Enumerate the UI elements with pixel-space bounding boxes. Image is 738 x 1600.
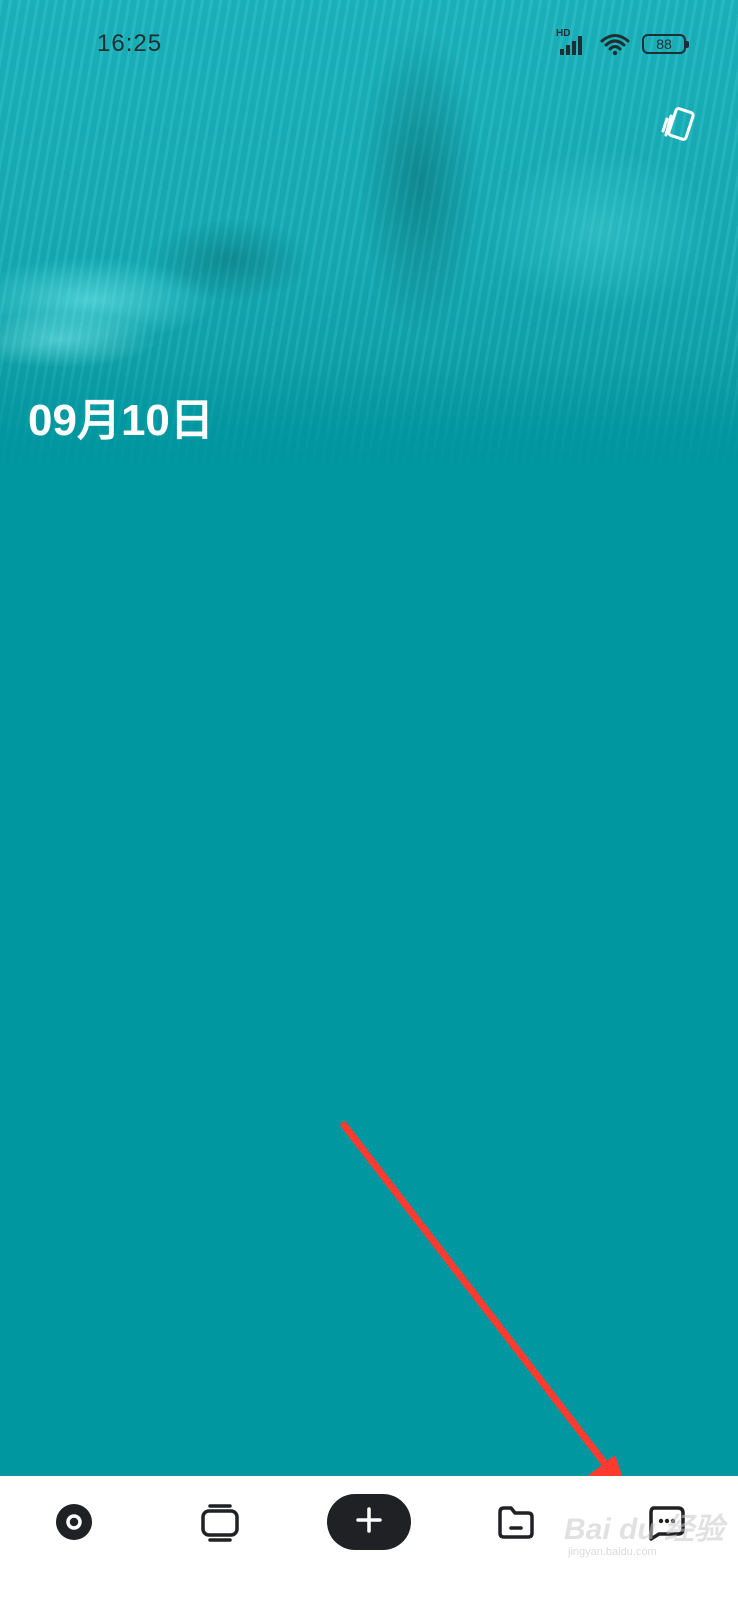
date-title: 09月10日 — [28, 396, 214, 445]
folder-icon — [495, 1502, 537, 1547]
nav-folder-button[interactable] — [482, 1476, 550, 1572]
record-disc-icon — [54, 1502, 94, 1547]
battery-level: 88 — [656, 36, 672, 52]
status-time: 16:25 — [97, 30, 163, 57]
signal-icon: HD — [556, 28, 588, 56]
watermark-sub: jingyan.baidu.com — [568, 1546, 657, 1558]
status-bar: 16:25 HD 88 — [0, 0, 738, 88]
wifi-icon — [600, 32, 630, 56]
status-icons: HD 88 — [556, 28, 689, 58]
nav-cards-button[interactable] — [186, 1476, 254, 1572]
skin-switch-button[interactable] — [656, 105, 700, 149]
battery-icon: 88 — [642, 34, 689, 54]
plus-icon — [355, 1506, 383, 1539]
watermark-logo: Bai du 经验 — [564, 1513, 725, 1546]
skin-switch-icon — [658, 105, 698, 150]
app-screen: 16:25 HD 88 09月10日 Bai du 经验 jingyan.bai… — [0, 0, 738, 1600]
nav-record-button[interactable] — [40, 1476, 108, 1572]
baidu-watermark: Bai du 经验 jingyan.baidu.com — [564, 1500, 724, 1570]
cards-stack-icon — [198, 1502, 242, 1547]
add-button[interactable] — [327, 1494, 411, 1550]
